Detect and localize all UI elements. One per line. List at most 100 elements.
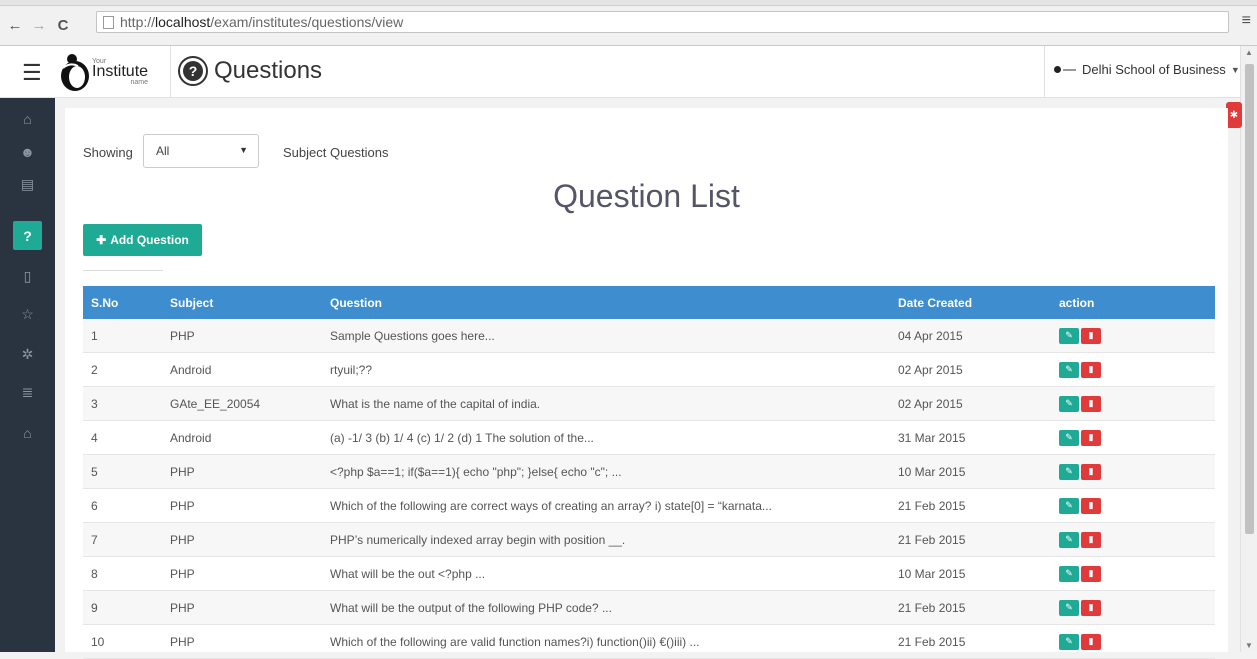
- school-logo-icon: [1054, 66, 1076, 74]
- sidebar-item-settings[interactable]: ✲: [13, 340, 42, 369]
- trash-icon[interactable]: ▮: [1081, 327, 1101, 344]
- forward-icon[interactable]: →: [30, 17, 48, 34]
- edit-icon[interactable]: ✎: [1059, 327, 1079, 344]
- sidebar-item-questions[interactable]: ?: [13, 221, 42, 250]
- table-row: 10 PHP Which of the following are valid …: [83, 625, 1215, 659]
- bug-report-button[interactable]: ✱: [1226, 102, 1242, 128]
- cell-date: 10 Mar 2015: [898, 464, 966, 479]
- plus-icon: ✚: [96, 233, 107, 247]
- cell-subject: PHP: [170, 328, 195, 343]
- address-bar[interactable]: http://localhost/exam/institutes/questio…: [96, 11, 1229, 33]
- sidebar-item-home[interactable]: ⌂: [13, 104, 42, 133]
- browser-menu-icon[interactable]: ≡: [1242, 12, 1251, 30]
- back-icon[interactable]: ←: [6, 17, 24, 34]
- column-header-sno[interactable]: S.No: [83, 296, 170, 310]
- cell-sno: 5: [91, 464, 98, 479]
- logo-mark-icon: [61, 54, 89, 91]
- cell-date: 02 Apr 2015: [898, 396, 963, 411]
- scroll-thumb[interactable]: [1245, 64, 1254, 534]
- table-header: S.No Subject Question Date Created actio…: [83, 286, 1215, 319]
- edit-icon[interactable]: ✎: [1059, 463, 1079, 480]
- hamburger-menu-icon[interactable]: ☰: [22, 60, 42, 86]
- trash-icon[interactable]: ▮: [1081, 565, 1101, 582]
- cell-question: Which of the following are valid functio…: [330, 634, 700, 649]
- cell-question: What will be the output of the following…: [330, 600, 612, 615]
- chevron-down-icon: ▼: [1230, 64, 1240, 75]
- column-header-date[interactable]: Date Created: [898, 296, 1059, 310]
- cell-question: What is the name of the capital of india…: [330, 396, 541, 411]
- edit-icon[interactable]: ✎: [1059, 565, 1079, 582]
- trash-icon[interactable]: ▮: [1081, 531, 1101, 548]
- edit-icon[interactable]: ✎: [1059, 429, 1079, 446]
- reload-icon[interactable]: C: [54, 17, 72, 34]
- cell-date: 21 Feb 2015: [898, 634, 966, 649]
- bug-icon: ✱: [1229, 109, 1239, 121]
- cell-subject: PHP: [170, 634, 195, 649]
- cell-sno: 8: [91, 566, 98, 581]
- sidebar-item-documents[interactable]: ▯: [13, 262, 42, 291]
- subject-filter-select[interactable]: All ▼: [143, 134, 259, 168]
- edit-icon[interactable]: ✎: [1059, 395, 1079, 412]
- page-scrollbar[interactable]: ▲ ▼: [1240, 46, 1257, 652]
- column-header-question[interactable]: Question: [330, 296, 898, 310]
- add-question-button[interactable]: ✚ Add Question: [83, 224, 202, 256]
- institute-logo[interactable]: Your Institute name: [58, 52, 148, 92]
- header-right-divider: [1044, 46, 1045, 98]
- edit-icon[interactable]: ✎: [1059, 599, 1079, 616]
- subject-questions-label: Subject Questions: [283, 145, 389, 160]
- cell-action: ✎ ▮: [1059, 565, 1209, 582]
- table-row: 9 PHP What will be the output of the fol…: [83, 591, 1215, 625]
- trash-icon[interactable]: ▮: [1081, 361, 1101, 378]
- school-dropdown[interactable]: Delhi School of Business ▼: [1054, 62, 1240, 77]
- showing-label: Showing: [83, 145, 133, 160]
- trash-icon[interactable]: ▮: [1081, 395, 1101, 412]
- cell-date: 10 Mar 2015: [898, 566, 966, 581]
- cell-subject: Android: [170, 430, 212, 445]
- trash-icon[interactable]: ▮: [1081, 429, 1101, 446]
- scroll-down-icon[interactable]: ▼: [1245, 641, 1253, 650]
- scroll-up-icon[interactable]: ▲: [1245, 48, 1253, 57]
- sidebar-item-favorites[interactable]: ☆: [13, 300, 42, 329]
- page-icon: [103, 15, 114, 29]
- questions-table: S.No Subject Question Date Created actio…: [83, 286, 1215, 659]
- cell-date: 21 Feb 2015: [898, 532, 966, 547]
- list-icon: ▤: [20, 176, 35, 192]
- sidebar-item-institution[interactable]: ⌂: [13, 418, 42, 447]
- trash-icon[interactable]: ▮: [1081, 463, 1101, 480]
- cell-subject: PHP: [170, 532, 195, 547]
- cell-date: 04 Apr 2015: [898, 328, 963, 343]
- edit-icon[interactable]: ✎: [1059, 531, 1079, 548]
- cell-question: What will be the out <?php ...: [330, 566, 486, 581]
- gear-icon: ✲: [21, 346, 34, 362]
- add-question-label: Add Question: [110, 233, 189, 247]
- school-name: Delhi School of Business: [1082, 62, 1226, 77]
- trash-icon[interactable]: ▮: [1081, 599, 1101, 616]
- cell-question: <?php $a==1; if($a==1){ echo "php"; }els…: [330, 464, 622, 479]
- app-header: ☰ Your Institute name ? Questions Delhi …: [0, 46, 1240, 98]
- trash-icon[interactable]: ▮: [1081, 497, 1101, 514]
- column-header-subject[interactable]: Subject: [170, 296, 330, 310]
- sidebar-item-menu-list[interactable]: ≣: [13, 378, 42, 407]
- table-row: 7 PHP PHP’s numerically indexed array be…: [83, 523, 1215, 557]
- edit-icon[interactable]: ✎: [1059, 361, 1079, 378]
- trash-icon[interactable]: ▮: [1081, 633, 1101, 650]
- cell-subject: PHP: [170, 566, 195, 581]
- edit-icon[interactable]: ✎: [1059, 633, 1079, 650]
- table-row: 4 Android (a) -1/ 3 (b) 1/ 4 (c) 1/ 2 (d…: [83, 421, 1215, 455]
- cell-action: ✎ ▮: [1059, 327, 1209, 344]
- table-row: 5 PHP <?php $a==1; if($a==1){ echo "php"…: [83, 455, 1215, 489]
- sidebar-item-users[interactable]: ☻: [13, 137, 42, 166]
- cell-sno: 10: [91, 634, 105, 649]
- cell-subject: PHP: [170, 498, 195, 513]
- cell-sno: 9: [91, 600, 98, 615]
- cell-action: ✎ ▮: [1059, 599, 1209, 616]
- chevron-down-icon: ▼: [239, 145, 248, 155]
- page-title: Questions: [214, 57, 323, 84]
- sidebar-item-list[interactable]: ▤: [13, 170, 42, 199]
- cell-subject: Android: [170, 362, 212, 377]
- url-path: /exam/institutes/questions/view: [210, 14, 404, 30]
- header-divider: [170, 46, 171, 98]
- edit-icon[interactable]: ✎: [1059, 497, 1079, 514]
- table-row: 6 PHP Which of the following are correct…: [83, 489, 1215, 523]
- table-row: 8 PHP What will be the out <?php ... 10 …: [83, 557, 1215, 591]
